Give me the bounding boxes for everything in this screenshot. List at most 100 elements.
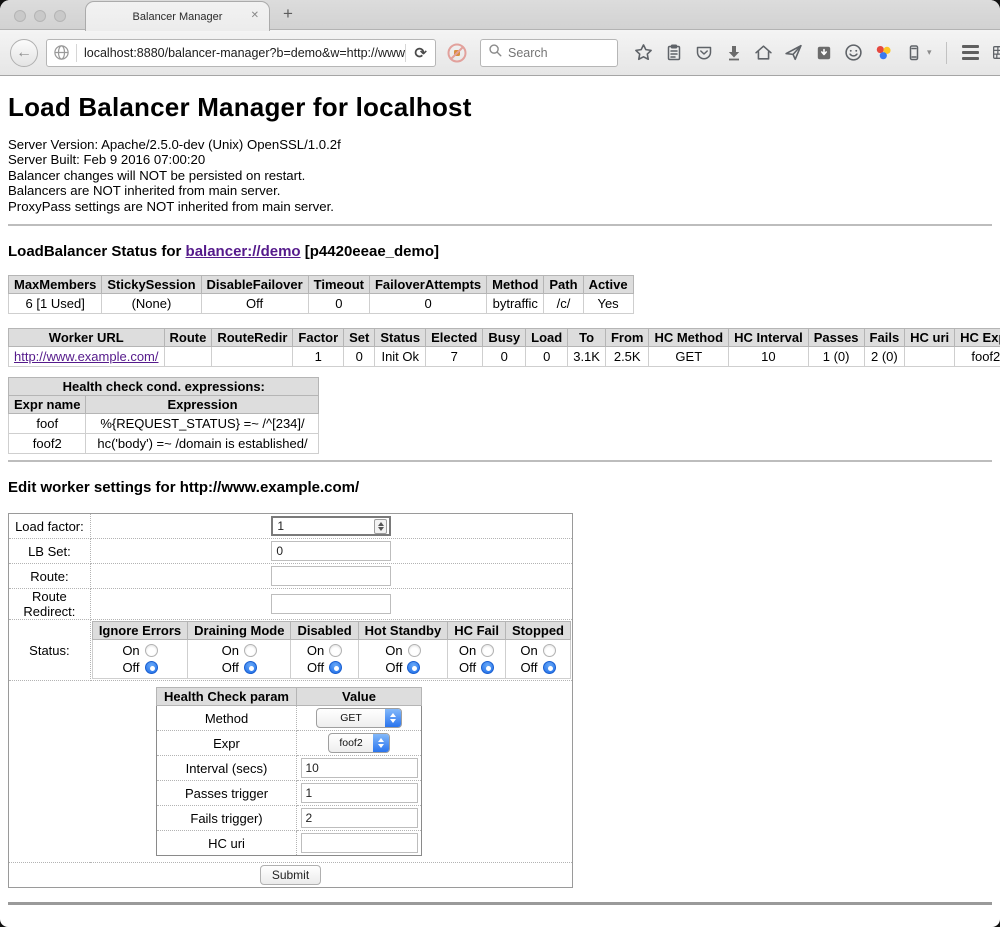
window-controls[interactable]	[14, 10, 66, 22]
col-disablefailover: DisableFailover	[201, 276, 308, 294]
menu-hamburger-icon[interactable]	[961, 43, 980, 62]
draining-mode-on-radio[interactable]	[244, 644, 257, 657]
col-routeredir: RouteRedir	[212, 329, 293, 347]
downloads-arrow-icon[interactable]	[724, 43, 743, 62]
hc-fail-on-radio[interactable]	[481, 644, 494, 657]
expr-select-value: foof2	[329, 734, 373, 752]
hc-uri-input[interactable]	[301, 833, 418, 853]
bookmark-star-icon[interactable]	[634, 43, 653, 62]
worker-url-link[interactable]: http://www.example.com/	[14, 349, 159, 364]
ignore-errors-off-radio[interactable]	[145, 661, 158, 674]
route-input[interactable]	[271, 566, 391, 586]
send-plane-icon[interactable]	[784, 43, 803, 62]
hc-uri-label: HC uri	[157, 831, 297, 856]
tab-balancer-manager[interactable]: Balancer Manager ✕	[85, 1, 270, 31]
fails-input[interactable]	[301, 808, 418, 828]
chevron-down-icon[interactable]: ▾	[927, 47, 932, 58]
hc-row-passes: Passes trigger	[157, 781, 422, 806]
col-hc-param: Health Check param	[157, 688, 297, 706]
worker-table: Worker URL Route RouteRedir Factor Set S…	[8, 328, 1000, 367]
passes-label: Passes trigger	[157, 781, 297, 806]
hot-standby-on-radio[interactable]	[408, 644, 421, 657]
divider	[8, 224, 992, 226]
heading-suffix: [p4420eeae_demo]	[301, 243, 439, 260]
colored-dots-icon[interactable]	[874, 43, 893, 62]
col-hc-expr: HC Expr	[955, 329, 1000, 347]
cell-route	[164, 347, 212, 367]
col-from: From	[605, 329, 649, 347]
reload-icon[interactable]: ⟳	[406, 44, 435, 62]
status-cell-ignore-errors: On Off	[92, 640, 187, 679]
page-content: Load Balancer Manager for localhost Serv…	[0, 76, 1000, 905]
draining-mode-off-radio[interactable]	[244, 661, 257, 674]
expr-select[interactable]: foof2	[328, 733, 390, 753]
home-icon[interactable]	[754, 43, 773, 62]
lb-set-input[interactable]	[271, 541, 391, 561]
cell-expression: hc('body') =~ /domain is established/	[86, 434, 319, 454]
search-input[interactable]	[508, 46, 610, 60]
new-tab-button[interactable]: +	[283, 4, 293, 24]
disabled-off-radio[interactable]	[329, 661, 342, 674]
url-bar[interactable]: localhost:8880/balancer-manager?b=demo&w…	[46, 39, 436, 67]
search-bar[interactable]	[480, 39, 618, 67]
balancer-demo-link[interactable]: balancer://demo	[186, 243, 301, 260]
hc-row-fails: Fails trigger)	[157, 806, 422, 831]
back-button[interactable]: ←	[10, 39, 38, 67]
form-row-route-redirect: Route Redirect:	[9, 589, 573, 620]
hc-row-hc-uri: HC uri	[157, 831, 422, 856]
col-load: Load	[526, 329, 568, 347]
disabled-on-radio[interactable]	[329, 644, 342, 657]
load-factor-input[interactable]	[271, 516, 391, 536]
tab-close-icon[interactable]: ✕	[251, 10, 259, 22]
ignore-errors-on-radio[interactable]	[145, 644, 158, 657]
method-label: Method	[157, 706, 297, 731]
on-label: On	[122, 643, 139, 658]
hc-expressions-table: Health check cond. expressions: Expr nam…	[8, 377, 319, 454]
col-path: Path	[544, 276, 583, 294]
hc-row-interval: Interval (secs)	[157, 756, 422, 781]
submit-button[interactable]: Submit	[260, 865, 321, 885]
close-window-button[interactable]	[14, 10, 26, 22]
reading-list-icon[interactable]	[664, 43, 683, 62]
keyboard-grid-icon[interactable]	[991, 43, 1000, 62]
form-row-route: Route:	[9, 564, 573, 589]
stopped-off-radio[interactable]	[543, 661, 556, 674]
col-stickysession: StickySession	[102, 276, 201, 294]
divider	[8, 460, 992, 462]
route-redirect-input[interactable]	[271, 594, 391, 614]
on-label: On	[459, 643, 476, 658]
hc-row-method: Method GET	[157, 706, 422, 731]
device-battery-icon[interactable]	[904, 43, 923, 62]
hc-fail-off-radio[interactable]	[481, 661, 494, 674]
lb-set-label: LB Set:	[9, 539, 91, 564]
search-icon	[488, 43, 503, 63]
method-select[interactable]: GET	[316, 708, 402, 728]
off-label: Off	[307, 660, 324, 675]
interval-input[interactable]	[301, 758, 418, 778]
cell-hc-expr: foof2	[955, 347, 1000, 367]
select-arrows-icon	[385, 709, 401, 727]
cell-from: 2.5K	[605, 347, 649, 367]
pocket-icon[interactable]	[694, 43, 713, 62]
on-label: On	[385, 643, 402, 658]
form-row-hc-params: Health Check param Value Method GET	[9, 681, 573, 863]
notice-persist: Balancer changes will NOT be persisted o…	[8, 168, 992, 183]
cell-factor: 1	[293, 347, 344, 367]
feedback-smiley-icon[interactable]	[844, 43, 863, 62]
stopped-on-radio[interactable]	[543, 644, 556, 657]
passes-input[interactable]	[301, 783, 418, 803]
status-cell-hc-fail: On Off	[448, 640, 506, 679]
url-input[interactable]: localhost:8880/balancer-manager?b=demo&w…	[77, 46, 405, 60]
cell-stickysession: (None)	[102, 294, 201, 314]
number-stepper-icon[interactable]	[374, 519, 387, 534]
content-blocked-icon[interactable]	[446, 42, 468, 64]
minimize-window-button[interactable]	[34, 10, 46, 22]
download-box-icon[interactable]	[814, 43, 833, 62]
tab-title: Balancer Manager	[133, 11, 223, 23]
interval-label: Interval (secs)	[157, 756, 297, 781]
toolbar-divider	[946, 42, 947, 64]
hot-standby-off-radio[interactable]	[407, 661, 420, 674]
zoom-window-button[interactable]	[54, 10, 66, 22]
status-cell-disabled: On Off	[291, 640, 358, 679]
server-version: Server Version: Apache/2.5.0-dev (Unix) …	[8, 137, 992, 152]
